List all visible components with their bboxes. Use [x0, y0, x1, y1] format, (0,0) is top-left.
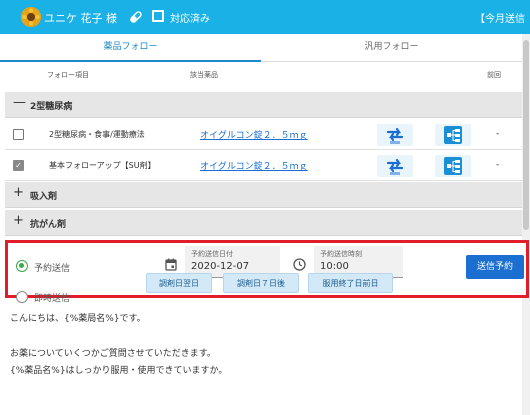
table-row: ✓ 基本フォローアップ【SU剤】 オイグルコン錠２．５ｍｇ -	[5, 151, 522, 181]
seven-days-after-dispensing-button[interactable]: 調剤日７日後	[223, 273, 299, 293]
tab-bar: 薬品フォロー 汎用フォロー	[0, 34, 522, 62]
handled-checkbox[interactable]	[152, 10, 164, 22]
expand-icon[interactable]: +	[13, 185, 24, 200]
follow-item: 2型糖尿病・食事/運動療法	[49, 130, 145, 139]
group-row-diabetes[interactable]: — 2型糖尿病	[5, 92, 522, 118]
clock-icon[interactable]	[293, 258, 306, 274]
message-line: お薬についていくつかご質問させていただきます。	[10, 349, 216, 359]
collapse-icon[interactable]: —	[13, 95, 26, 110]
scrollbar-thumb[interactable]	[523, 40, 529, 230]
tab-general-follow[interactable]: 汎用フォロー	[261, 34, 522, 62]
group-name: 抗がん剤	[30, 220, 67, 230]
image-share-icon[interactable]	[377, 124, 413, 146]
radio-immediate-send[interactable]	[16, 291, 28, 303]
day-before-medication-end-button[interactable]: 服用終了日前日	[308, 273, 393, 293]
sunflower-avatar-icon	[21, 7, 41, 27]
send-date-value: 2020-12-07	[191, 261, 250, 272]
send-time-value: 10:00	[320, 261, 349, 272]
column-header-previous: 前回	[487, 71, 501, 79]
radio-reserved-send[interactable]	[16, 260, 28, 272]
send-date-label: 予約送信日付	[191, 250, 233, 258]
row-checkbox-checked[interactable]: ✓	[13, 160, 24, 171]
top-bar: ユニケ 花子 様 対応済み 【今月送信	[0, 0, 530, 34]
calendar-icon[interactable]	[165, 258, 177, 274]
group-row-inhaler[interactable]: + 吸入剤	[5, 182, 522, 208]
tab-drug-follow[interactable]: 薬品フォロー	[0, 34, 261, 62]
handled-label: 対応済み	[170, 14, 210, 25]
follow-item: 基本フォローアップ【SU剤】	[49, 161, 156, 170]
message-line: こんにちは、{%薬局名%}です。	[10, 314, 146, 324]
image-share-icon[interactable]	[377, 155, 413, 177]
drug-link[interactable]: オイグルコン錠２．５ｍｇ	[200, 128, 308, 141]
tree-structure-icon[interactable]	[435, 124, 471, 146]
send-schedule-panel: 予約送信 即時送信 予約送信日付 2020-12-07 予約送信時刻 10:00…	[5, 240, 529, 304]
pill-icon[interactable]	[129, 10, 143, 24]
expand-icon[interactable]: +	[13, 213, 24, 228]
user-name: ユニケ 花子 様	[44, 12, 117, 25]
group-row-anticancer[interactable]: + 抗がん剤	[5, 210, 522, 236]
group-name: 吸入剤	[30, 192, 58, 202]
drug-link[interactable]: オイグルコン錠２．５ｍｇ	[200, 159, 308, 172]
table-row: 2型糖尿病・食事/運動療法 オイグルコン錠２．５ｍｇ -	[5, 120, 522, 150]
next-day-after-dispensing-button[interactable]: 調剤日翌日	[146, 273, 212, 293]
monthly-sent-label: 【今月送信	[475, 14, 525, 25]
immediate-send-label: 即時送信	[34, 294, 71, 304]
reserve-send-button[interactable]: 送信予約	[466, 255, 524, 279]
column-header-follow-item: フォロー項目	[47, 71, 89, 79]
reserved-send-label: 予約送信	[34, 264, 71, 274]
send-time-label: 予約送信時刻	[320, 250, 362, 258]
column-header-drug: 該当薬品	[190, 71, 218, 79]
previous-value: -	[496, 160, 500, 170]
message-line: {%薬品名%}はしっかり服用・使用できていますか。	[10, 366, 228, 376]
row-checkbox[interactable]	[13, 129, 24, 140]
previous-value: -	[496, 129, 500, 139]
group-name: 2型糖尿病	[30, 102, 73, 112]
tree-structure-icon[interactable]	[435, 155, 471, 177]
